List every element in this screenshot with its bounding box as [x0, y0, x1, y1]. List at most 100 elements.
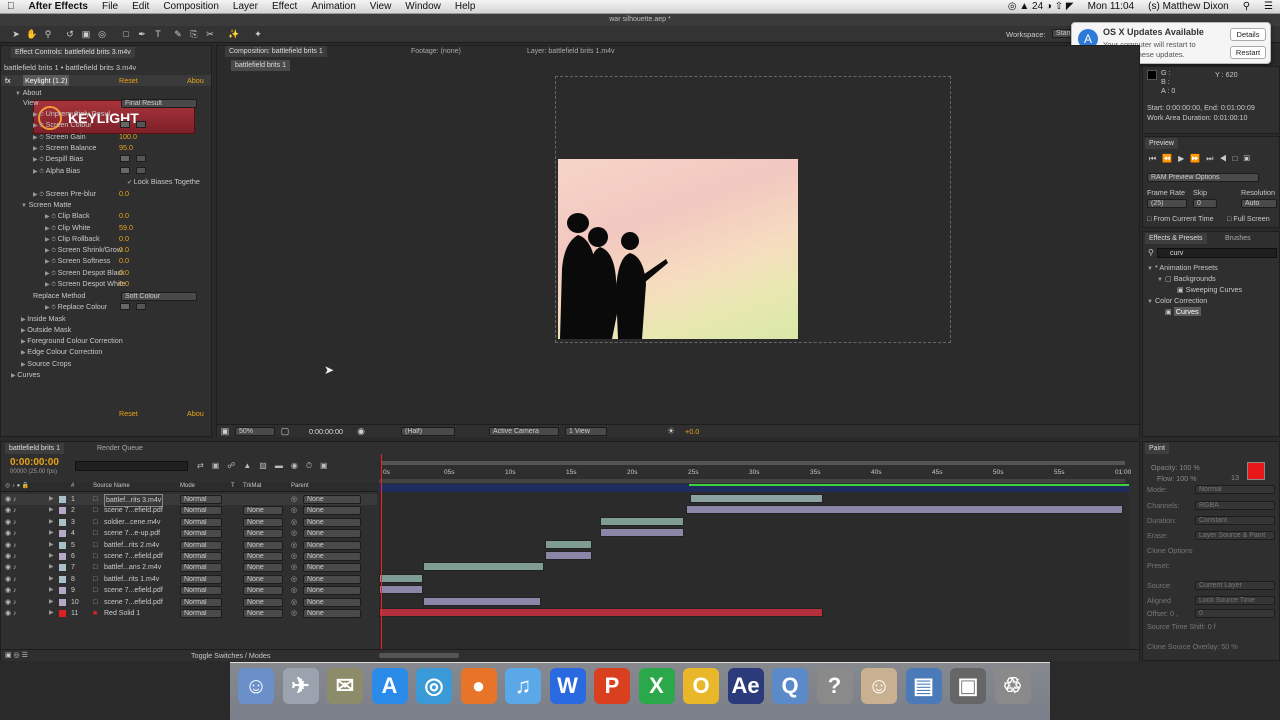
hand-tool-icon[interactable]: ✋: [26, 28, 38, 40]
layer-bar[interactable]: [422, 596, 542, 606]
av-switches-icon[interactable]: ◉ ♪: [5, 551, 17, 562]
layer-mode-select[interactable]: Normal: [180, 563, 222, 573]
paint-value-select[interactable]: RGBA: [1195, 501, 1275, 510]
views-select[interactable]: 1 View: [565, 427, 607, 436]
param-row[interactable]: ▶ Outside Mask: [21, 324, 71, 335]
layer-name[interactable]: Red Solid 1: [104, 608, 140, 619]
resolution-select[interactable]: (Half): [401, 427, 455, 436]
param-row[interactable]: ▶ ⏱ Screen Gain: [33, 131, 86, 142]
trkmat-select[interactable]: None: [243, 529, 283, 539]
param-row[interactable]: ▶ ⏱ Screen Softness: [45, 255, 110, 266]
layer-name[interactable]: scene 7...efield.pdf: [104, 551, 163, 562]
menu-composition[interactable]: Composition: [156, 1, 226, 12]
av-switches-icon[interactable]: ◉ ♪: [5, 562, 17, 573]
footer-icons[interactable]: ▣ ◎ ☰: [5, 650, 28, 661]
tree-color-correction[interactable]: ▼ Color Correction: [1147, 295, 1207, 306]
parent-pickwhip-icon[interactable]: ◎: [291, 574, 297, 585]
rectangle-tool-icon[interactable]: □: [120, 28, 132, 40]
param-row[interactable]: ▶ ⏱ Screen Balance: [33, 142, 96, 153]
zoom-tool-icon[interactable]: ⚲: [42, 28, 54, 40]
param-row[interactable]: ▶ ⏱ Screen Colour: [33, 119, 92, 130]
label-color[interactable]: [59, 610, 66, 617]
param-row[interactable]: ▶ Curves: [11, 369, 40, 380]
expand-triangle-icon[interactable]: ▼: [21, 203, 29, 209]
layer-name[interactable]: battlef...ans 2.m4v: [104, 562, 161, 573]
param-select[interactable]: Final Result: [121, 99, 197, 108]
layer-mode-select[interactable]: Normal: [180, 517, 222, 527]
layer-expand-icon[interactable]: ▶: [49, 597, 54, 608]
table-row[interactable]: ◉ ♪ ▶ 5 □ battlef...rits 2.m4v Normal None ◎ Non…: [1, 540, 377, 551]
label-color[interactable]: [59, 518, 66, 526]
table-row[interactable]: ◉ ♪ ▶ 3 □ soldier...cene.m4v Normal None ◎ None: [1, 517, 377, 528]
trkmat-select[interactable]: None: [243, 597, 283, 607]
layer-mode-select[interactable]: Normal: [180, 586, 222, 596]
layer-name[interactable]: scene 7...efield.pdf: [104, 585, 163, 596]
layer-name[interactable]: scene 7...efield.pdf: [104, 597, 163, 608]
roto-brush-tool-icon[interactable]: ✨: [228, 28, 240, 40]
param-row[interactable]: ▶ ⏱ Screen Shrink/Grow: [45, 244, 122, 255]
parent-pickwhip-icon[interactable]: ◎: [291, 528, 297, 539]
flow-field[interactable]: Flow: 100 %: [1157, 473, 1197, 484]
param-row[interactable]: ▶ Source Crops: [21, 358, 71, 369]
label-color[interactable]: [59, 564, 66, 572]
param-row[interactable]: ▶ Foreground Colour Correction: [21, 335, 123, 346]
layer-tab[interactable]: Layer: battlefield brits 1.m4v: [523, 46, 619, 57]
comp-timecode[interactable]: 0:00:00:00: [309, 426, 343, 437]
comp-viewer-frame[interactable]: [558, 159, 798, 339]
brush-tool-icon[interactable]: ✎: [172, 28, 184, 40]
trkmat-select[interactable]: None: [243, 552, 283, 561]
av-switches-icon[interactable]: ◉ ♪: [5, 505, 17, 516]
menu-window[interactable]: Window: [398, 1, 448, 12]
layer-name[interactable]: battlef...rits 1.m4v: [104, 574, 159, 585]
time-ruler[interactable]: 0s 05s 10s 15s 20s 25s 30s 35s 40s 45s 50s 55s 01:00: [379, 458, 1131, 484]
opacity-field[interactable]: Opacity: 100 %: [1151, 462, 1200, 473]
layer-bar[interactable]: [686, 505, 1124, 515]
table-row[interactable]: ◉ ♪ ▶ 2 □ scene 7...efield.pdf Normal None ◎ Non…: [1, 505, 377, 516]
screen-icon[interactable]: ▣: [950, 668, 986, 704]
parent-select[interactable]: None: [303, 563, 361, 573]
toggle-switches-modes-button[interactable]: Toggle Switches / Modes: [191, 650, 271, 661]
footage-tab[interactable]: Footage: (none): [407, 46, 465, 57]
layer-expand-icon[interactable]: ▶: [49, 517, 54, 528]
quicktime-icon[interactable]: Q: [772, 668, 808, 704]
layer-bar[interactable]: [379, 573, 423, 583]
parent-pickwhip-icon[interactable]: ◎: [291, 608, 297, 619]
snapshot-icon[interactable]: ◉: [355, 425, 367, 437]
param-row[interactable]: ▶ Edge Colour Correction: [21, 346, 102, 357]
expand-triangle-icon[interactable]: ▶ ⏱: [33, 157, 46, 163]
parent-pickwhip-icon[interactable]: ◎: [291, 505, 297, 516]
menu-help[interactable]: Help: [448, 1, 483, 12]
word-icon[interactable]: W: [549, 668, 586, 704]
layer-expand-icon[interactable]: ▶: [49, 540, 54, 551]
spotlight-icon[interactable]: ⚲: [1236, 1, 1257, 12]
tree-sweeping-curves[interactable]: ▣ Sweeping Curves: [1177, 284, 1242, 295]
table-row[interactable]: ◉ ♪ ▶ 1 □ battlef...rits 3.m4v Normal ◎ None: [1, 494, 377, 507]
apple-menu-icon[interactable]: : [0, 1, 22, 12]
menu-after-effects[interactable]: After Effects: [22, 1, 95, 12]
status-icons[interactable]: ◎ ▲ 24 ◑ ⇧ ◤: [1001, 1, 1081, 12]
timeline-search-input[interactable]: [75, 461, 188, 471]
pen-tool-icon[interactable]: ✒: [136, 28, 148, 40]
always-preview-icon[interactable]: ▣: [219, 425, 231, 437]
param-row[interactable]: ▶ ⏱ Screen Despot White: [45, 278, 126, 289]
parent-pickwhip-icon[interactable]: ◎: [291, 551, 297, 562]
label-color[interactable]: [59, 507, 66, 515]
downloads-icon[interactable]: ▤: [905, 668, 942, 704]
parent-select[interactable]: None: [303, 540, 361, 550]
parent-pickwhip-icon[interactable]: ◎: [291, 585, 297, 596]
table-row[interactable]: ◉ ♪ ▶ 7 □ battlef...ans 2.m4v Normal None ◎ None: [1, 562, 377, 573]
table-row[interactable]: ◉ ♪ ▶ 4 □ scene 7...e-up.pdf Normal None ◎ None: [1, 528, 377, 539]
layer-mode-select[interactable]: Normal: [180, 609, 222, 618]
expand-triangle-icon[interactable]: ▶ ⏱: [33, 192, 46, 198]
menu-file[interactable]: File: [95, 1, 125, 12]
pan-behind-tool-icon[interactable]: ◎: [96, 28, 108, 40]
rotate-tool-icon[interactable]: ↺: [64, 28, 76, 40]
table-row[interactable]: ◉ ♪ ▶ 10 □ scene 7...efield.pdf Normal None ◎ No…: [1, 597, 377, 608]
parent-pickwhip-icon[interactable]: ◎: [291, 597, 297, 608]
layer-bar[interactable]: [379, 585, 423, 595]
color-swatch[interactable]: [120, 121, 130, 128]
keylight-about-link[interactable]: Abou: [187, 75, 204, 86]
expand-triangle-icon[interactable]: ▶ ⏱: [45, 282, 58, 288]
preview-resolution-select[interactable]: Auto: [1241, 199, 1277, 208]
current-time-indicator[interactable]: [381, 454, 382, 652]
